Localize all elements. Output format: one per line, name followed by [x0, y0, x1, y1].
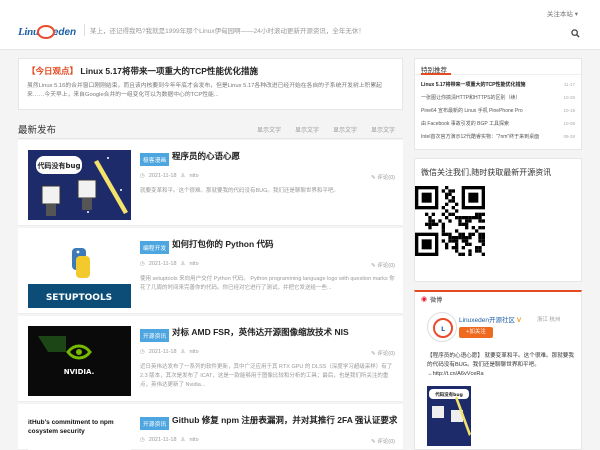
post-item: itHub's commitment to npm cosystem secur… — [18, 404, 403, 450]
recommend-widget: 特别推荐 Linux 5.17将带来一项重大的TCP性能优化措施 11-17 一张… — [414, 58, 582, 150]
post-date: 2021-11-18 — [148, 261, 177, 267]
follow-site-menu[interactable]: 关注本站 ▾ — [547, 8, 578, 18]
avatar[interactable]: L — [427, 312, 457, 342]
logo-text-right: eden — [52, 26, 77, 38]
post-category-badge[interactable]: 编程开发 — [140, 241, 170, 254]
wechat-title: 微信关注我们,随时获取最新开源资讯 — [421, 168, 552, 177]
post-title[interactable]: 程序员的心语心愿 — [172, 150, 240, 162]
weibo-image-caption: 代码没有bug — [434, 391, 463, 398]
latest-link[interactable]: 显示文字 — [371, 125, 395, 134]
verified-icon: V — [516, 317, 522, 324]
post-excerpt: 就要变革和平。这个很难。那就要我的代码没有BUG。我们还是聊聊世界和平吧。 — [140, 188, 339, 194]
follow-label: 关注本站 — [546, 11, 573, 18]
post-title[interactable]: 如何打包你的 Python 代码 — [172, 238, 274, 250]
comment-icon: ✎ — [371, 175, 376, 181]
search-icon[interactable] — [571, 29, 580, 38]
site-logo[interactable]: Linu eden — [18, 24, 76, 40]
svg-text:L: L — [441, 326, 445, 333]
headline-box[interactable]: 【今日观点】 Linux 5.17将带来一项重大的TCP性能优化措施 虽然Lin… — [18, 58, 403, 110]
post-date: 2021-11-18 — [148, 437, 177, 443]
weibo-brand: 微博 — [430, 297, 443, 304]
top-bar: Linu eden 某上，还记得我吗?我就是1999年那个Linux伊甸园啊——… — [0, 0, 600, 50]
latest-title: 最新发布 — [18, 125, 57, 136]
weibo-account-name[interactable]: Linuxeden开源社区 V — [459, 314, 521, 324]
post-author[interactable]: ntto — [189, 349, 198, 355]
post-excerpt: 使用 setuptools 来向用户交付 Python 代码。 Python p… — [140, 276, 395, 291]
post-thumbnail[interactable]: itHub's commitment to npm cosystem secur… — [28, 414, 131, 450]
user-icon: ♙ — [180, 261, 186, 267]
post-date: 2021-11-18 — [148, 173, 177, 179]
recommend-item[interactable]: Intel首次官方演示12代酷睿实物：“7nm”终于来到桌面 09-28 — [421, 130, 575, 143]
thumb-caption: NVIDIA. — [64, 368, 95, 376]
headline-title-text: Linux 5.17将带来一项重大的TCP性能优化措施 — [80, 66, 258, 76]
post-meta: ◷ 2021-11-18 ♙ ntto — [140, 349, 199, 355]
post-category-badge[interactable]: 开源资讯 — [140, 417, 170, 430]
post-thumbnail[interactable]: 代码没有bug — [28, 150, 131, 220]
comment-icon: ✎ — [371, 439, 376, 445]
thumb-caption: itHub's commitment to npm cosystem secur… — [28, 414, 131, 450]
post-meta: ◷ 2021-11-18 ♙ ntto — [140, 437, 199, 443]
post-date: 2021-11-18 — [148, 349, 177, 355]
post-item: NVIDIA. 开源资讯 对标 AMD FSR，英伟达开源图像缩放技术 NIS … — [18, 316, 403, 402]
latest-links: 显示文字 显示文字 显示文字 显示文字 — [257, 125, 395, 134]
post-title[interactable]: 对标 AMD FSR，英伟达开源图像缩放技术 NIS — [172, 326, 349, 338]
comment-icon: ✎ — [371, 351, 376, 357]
clock-icon: ◷ — [140, 173, 145, 179]
post-excerpt: 近日英伟达发布了一系列的软件更新，其中广泛应用于其 RTX GPU 的 DLSS… — [140, 364, 393, 388]
recommend-item[interactable]: Pine64 宣布最新的 Linux 手机 PinePhone Pro 10-18 — [421, 104, 575, 117]
post-title[interactable]: Github 修复 npm 注册表漏洞，并对其推行 2FA 强认证要求 — [172, 414, 397, 426]
weibo-follow-button[interactable]: +加关注 — [459, 327, 493, 338]
logo-ring-icon — [36, 25, 55, 39]
headline-title[interactable]: 【今日观点】 Linux 5.17将带来一项重大的TCP性能优化措施 — [27, 65, 394, 77]
weibo-widget: ◉ 微博 L Linuxeden开源社区 V 浙江 杭州 +加关注 【程序员的心… — [414, 290, 582, 450]
recommend-item[interactable]: 由 Facebook 事故引发的 BGP 工具探索 10-08 — [421, 117, 575, 130]
headline-tag: 【今日观点】 — [27, 66, 79, 76]
user-icon: ♙ — [180, 349, 186, 355]
recommend-list: Linux 5.17将带来一项重大的TCP性能优化措施 11-17 一张图让你搞清… — [415, 75, 581, 146]
weibo-location: 浙江 杭州 — [537, 317, 561, 323]
qr-code-icon — [415, 186, 485, 256]
post-author[interactable]: ntto — [189, 173, 198, 179]
post-author[interactable]: ntto — [189, 261, 198, 267]
wechat-widget: 微信关注我们,随时获取最新开源资讯 — [414, 158, 582, 282]
post-comments[interactable]: ✎ 评论(0) — [371, 173, 395, 181]
site-slogan: 某上，还记得我吗?我就是1999年那个Linux伊甸园啊——24小时滚动更新开源… — [90, 28, 365, 35]
thumb-caption: 代码没有bug — [36, 161, 80, 170]
post-meta: ◷ 2021-11-18 ♙ ntto — [140, 173, 199, 179]
latest-link[interactable]: 显示文字 — [257, 125, 281, 134]
clock-icon: ◷ — [140, 261, 145, 267]
chevron-down-icon: ▾ — [574, 11, 578, 18]
post-comments[interactable]: ✎ 评论(0) — [371, 349, 395, 357]
user-icon: ♙ — [180, 437, 186, 443]
post-thumbnail[interactable]: SETUPTOOLS — [28, 238, 131, 308]
comment-icon: ✎ — [371, 263, 376, 269]
clock-icon: ◷ — [140, 349, 145, 355]
latest-divider — [18, 138, 403, 139]
slogan-divider — [84, 24, 85, 36]
post-comments[interactable]: ✎ 评论(0) — [371, 437, 395, 445]
post-comments[interactable]: ✎ 评论(0) — [371, 261, 395, 269]
weibo-header: ◉ 微博 — [415, 292, 581, 306]
headline-summary: 虽然Linux 5.16的合并窗口刚刚结束，而且该内核要到今年年底才会发布，但是… — [27, 83, 382, 98]
post-category-badge[interactable]: 极客漫画 — [140, 153, 170, 166]
weibo-post-image[interactable]: 代码没有bug — [427, 386, 471, 446]
latest-link[interactable]: 显示文字 — [295, 125, 319, 134]
recommend-item[interactable]: Linux 5.17将带来一项重大的TCP性能优化措施 11-17 — [421, 78, 575, 91]
latest-section-header: 最新发布 显示文字 显示文字 显示文字 显示文字 — [18, 122, 403, 136]
weibo-post-text: 【程序员的心语心愿】 就要变革和平。这个很难。那就要我的代码没有BUG。我们还是… — [427, 353, 574, 377]
recommend-title: 特别推荐 — [415, 59, 581, 75]
post-thumbnail[interactable]: NVIDIA. — [28, 326, 131, 396]
post-meta: ◷ 2021-11-18 ♙ ntto — [140, 261, 199, 267]
post-category-badge[interactable]: 开源资讯 — [140, 329, 170, 342]
post-item: SETUPTOOLS 编程开发 如何打包你的 Python 代码 ◷ 2021-… — [18, 228, 403, 314]
weibo-icon: ◉ — [421, 296, 428, 303]
user-icon: ♙ — [180, 173, 186, 179]
logo-text-left: Linu — [18, 26, 39, 38]
thumb-caption: SETUPTOOLS — [46, 293, 112, 303]
post-author[interactable]: ntto — [189, 437, 198, 443]
post-item: 代码没有bug 极客漫画 程序员的心语心愿 ◷ 2021-11-18 ♙ ntt… — [18, 140, 403, 226]
latest-link[interactable]: 显示文字 — [333, 125, 357, 134]
recommend-item[interactable]: 一张图让你搞清HTTP和HTTPS的区别（续） 10-25 — [421, 91, 575, 104]
clock-icon: ◷ — [140, 437, 145, 443]
